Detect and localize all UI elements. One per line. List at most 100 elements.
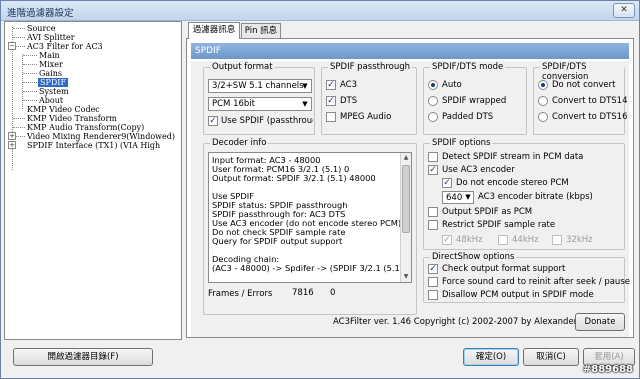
button-bar: 開啟過濾器目錄(F) 確定(O) 取消(C) 套用(A) #889688: [1, 340, 639, 378]
vertical-scrollbar[interactable]: ▲ ▼: [400, 153, 411, 282]
ok-button[interactable]: 確定(O): [463, 348, 519, 366]
use-ac3-encoder-label: Use AC3 encoder: [442, 165, 515, 175]
section-header: SPDIF: [191, 43, 629, 59]
convert-dts14-label: Convert to DTS14: [552, 96, 628, 106]
dts-checkbox[interactable]: ✓: [326, 96, 336, 106]
errors-value: 0: [330, 288, 336, 298]
force-reinit-checkbox[interactable]: [428, 277, 438, 287]
ac3-checkbox[interactable]: ✓: [326, 80, 336, 90]
ac3-label: AC3: [340, 80, 358, 90]
frames-errors-label: Frames / Errors: [208, 289, 273, 299]
tree-item[interactable]: Source: [27, 24, 56, 33]
tree-item[interactable]: Main: [39, 51, 60, 60]
collapse-icon[interactable]: −: [8, 42, 16, 50]
tab-filter-info[interactable]: 過濾器訊息: [188, 22, 240, 39]
rate-44k-label: 44kHz: [512, 235, 539, 245]
scrollbar-thumb[interactable]: [402, 165, 410, 233]
tree-item[interactable]: SPDIF Interface (TX1) (VIA High: [27, 141, 160, 150]
scroll-up-icon[interactable]: ▲: [401, 153, 411, 163]
group-title: SPDIF passthrough: [328, 62, 413, 72]
title-bar[interactable]: 進階過濾器設定 ✕: [1, 1, 639, 21]
passthrough-group: SPDIF passthrough ✓ AC3 ✓ DTS MPEG Audio: [321, 62, 417, 135]
group-title: SPDIF options: [430, 138, 493, 148]
check-output-format-label: Check output format support: [442, 264, 566, 274]
tree-item[interactable]: About: [39, 96, 63, 105]
tree-item[interactable]: AVI Splitter: [27, 33, 75, 42]
group-title: Decoder info: [210, 138, 269, 148]
tree-item[interactable]: Mixer: [39, 60, 63, 69]
convert-dts16-radio[interactable]: [538, 112, 548, 122]
group-title: DirectShow options: [430, 252, 517, 262]
tab-body: SPDIF Output format 3/2+SW 5.1 channels …: [186, 38, 634, 338]
convert-none-radio[interactable]: [538, 80, 548, 90]
group-title: Output format: [210, 62, 275, 72]
tree-item[interactable]: Gains: [39, 69, 62, 78]
output-pcm-label: Output SPDIF as PCM: [442, 207, 533, 217]
rate-48k-checkbox[interactable]: ✓: [442, 235, 452, 245]
check-output-format-checkbox[interactable]: ✓: [428, 264, 438, 274]
rate-48k-label: 48kHz: [456, 235, 483, 245]
force-reinit-label: Force sound card to reinit after seek / …: [442, 277, 630, 287]
group-title: SPDIF/DTS conversion: [540, 62, 624, 82]
cancel-button[interactable]: 取消(C): [523, 348, 579, 366]
mpeg-audio-label: MPEG Audio: [340, 112, 392, 122]
info-line: Output format: SPDIF 3/2.1 (5.1) 48000: [212, 173, 376, 183]
decoder-info-text[interactable]: Input format: AC3 - 48000 User format: P…: [208, 152, 412, 283]
filter-tree[interactable]: Source AVI Splitter − AC3 Filter for AC3…: [4, 21, 182, 340]
tree-item-selected[interactable]: SPDIF: [38, 78, 68, 87]
expand-icon[interactable]: +: [8, 132, 16, 140]
donate-button[interactable]: Donate: [575, 313, 625, 331]
tree-item[interactable]: System: [39, 87, 69, 96]
bitrate-label: AC3 encoder bitrate (kbps): [478, 192, 593, 202]
dialog-window: 進階過濾器設定 ✕ Source AVI Splitter − AC3 Filt…: [0, 0, 640, 379]
tree-item[interactable]: KMP Video Transform: [27, 114, 117, 123]
tree-item[interactable]: AC3 Filter for AC3: [27, 42, 103, 51]
dts-mode-auto-label: Auto: [442, 80, 462, 90]
disallow-pcm-label: Disallow PCM output in SPDIF mode: [442, 290, 594, 300]
output-format-group: Output format 3/2+SW 5.1 channels ▼ PCM …: [203, 62, 315, 135]
close-button[interactable]: ✕: [613, 3, 635, 18]
mpeg-audio-checkbox[interactable]: [326, 112, 336, 122]
tree-item[interactable]: KMP Video Codec: [27, 105, 100, 114]
dts-mode-padded-radio[interactable]: [428, 112, 438, 122]
restrict-rate-checkbox[interactable]: [428, 220, 438, 230]
dts-mode-group: SPDIF/DTS mode Auto SPDIF wrapped Padded…: [423, 62, 527, 135]
frames-value: 7816: [292, 288, 314, 298]
disallow-pcm-checkbox[interactable]: [428, 290, 438, 300]
use-ac3-encoder-checkbox[interactable]: ✓: [428, 165, 438, 175]
dts-mode-auto-radio[interactable]: [428, 80, 438, 90]
no-stereo-label: Do not encode stereo PCM: [456, 178, 569, 188]
info-line: (AC3 - 48000) -> Spdifer -> (SPDIF 3/2.1…: [212, 263, 404, 273]
detect-spdif-checkbox[interactable]: [428, 152, 438, 162]
dts-mode-wrapped-radio[interactable]: [428, 96, 438, 106]
expand-icon[interactable]: +: [8, 141, 16, 149]
format-select[interactable]: PCM 16bit ▼: [208, 97, 312, 111]
dropdown-arrow-icon: ▼: [465, 193, 471, 201]
no-stereo-checkbox[interactable]: ✓: [442, 178, 452, 188]
tree-item[interactable]: KMP Audio Transform(Copy): [27, 123, 144, 132]
use-spdif-checkbox[interactable]: ✓: [208, 116, 218, 126]
bitrate-select[interactable]: 640 ▼: [442, 191, 474, 204]
detect-spdif-label: Detect SPDIF stream in PCM data: [442, 152, 584, 162]
output-pcm-checkbox[interactable]: [428, 207, 438, 217]
dts-label: DTS: [340, 96, 358, 106]
rate-44k-checkbox[interactable]: [498, 235, 508, 245]
spdif-content: Output format 3/2+SW 5.1 channels ▼ PCM …: [191, 61, 630, 337]
dts-mode-padded-label: Padded DTS: [442, 112, 494, 122]
channels-select[interactable]: 3/2+SW 5.1 channels ▼: [208, 79, 312, 93]
decoder-info-group: Decoder info Input format: AC3 - 48000 U…: [203, 138, 417, 315]
convert-dts16-label: Convert to DTS16: [552, 112, 628, 122]
open-filter-directory-button[interactable]: 開啟過濾器目錄(F): [13, 348, 153, 366]
dts-mode-wrapped-label: SPDIF wrapped: [442, 96, 507, 106]
dropdown-arrow-icon: ▼: [302, 100, 308, 108]
rate-32k-checkbox[interactable]: [552, 235, 562, 245]
rate-32k-label: 32kHz: [566, 235, 593, 245]
convert-dts14-radio[interactable]: [538, 96, 548, 106]
directshow-options-group: DirectShow options ✓ Check output format…: [423, 252, 630, 303]
info-line: Query for SPDIF output support: [212, 236, 343, 246]
property-pane: 過濾器訊息 Pin 訊息 SPDIF Output format 3/2+SW …: [184, 21, 637, 340]
group-title: SPDIF/DTS mode: [430, 62, 506, 72]
scroll-down-icon[interactable]: ▼: [401, 272, 411, 282]
tree-item[interactable]: Video Mixing Renderer9(Windowed): [27, 132, 175, 141]
tab-pin-info[interactable]: Pin 訊息: [241, 23, 281, 38]
